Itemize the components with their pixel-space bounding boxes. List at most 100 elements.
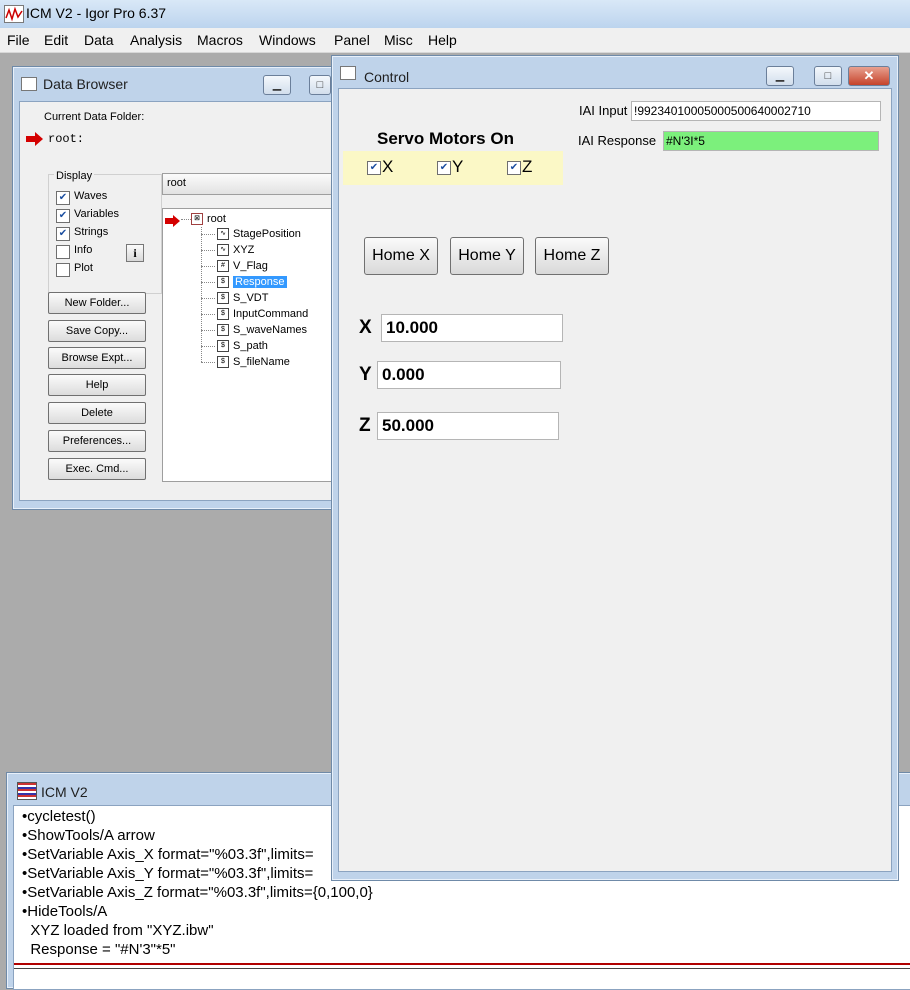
history-line: •SetVariable Axis_X format="%03.3f",limi… xyxy=(22,846,314,863)
tree-item-inputcommand[interactable]: $ InputCommand xyxy=(217,307,308,322)
menu-bar: File Edit Data Analysis Macros Windows P… xyxy=(0,28,910,53)
menu-data[interactable]: Data xyxy=(84,32,114,48)
save-copy-button[interactable]: Save Copy... xyxy=(48,320,146,342)
data-browser-window: Data Browser ▁ □ Current Data Folder: ro… xyxy=(12,66,344,510)
folder-select[interactable]: root xyxy=(162,173,338,195)
history-line: •cycletest() xyxy=(22,808,96,825)
control-close-button[interactable]: ✕ xyxy=(848,66,890,86)
new-folder-button[interactable]: New Folder... xyxy=(48,292,146,314)
axis-x-label: X xyxy=(359,317,372,338)
axis-y-input[interactable]: 0.000 xyxy=(377,361,561,389)
history-line: •SetVariable Axis_Y format="%03.3f",limi… xyxy=(22,865,314,882)
string-icon: $ xyxy=(217,356,229,369)
string-icon: $ xyxy=(217,276,229,289)
wave-icon: ∿ xyxy=(217,228,229,241)
help-button[interactable]: Help xyxy=(48,374,146,396)
axis-z-label: Z xyxy=(359,415,371,436)
current-folder-label: Current Data Folder: xyxy=(44,111,145,123)
axis-x-input[interactable]: 10.000 xyxy=(381,314,563,342)
menu-edit[interactable]: Edit xyxy=(44,32,68,48)
tree-root[interactable]: ⊠ root xyxy=(191,212,226,227)
minimize-button[interactable]: ▁ xyxy=(263,75,291,95)
plot-label: Plot xyxy=(74,262,93,274)
preferences-button[interactable]: Preferences... xyxy=(48,430,146,452)
strings-label: Strings xyxy=(74,226,109,238)
menu-windows[interactable]: Windows xyxy=(259,32,316,48)
exec-cmd-button[interactable]: Exec. Cmd... xyxy=(48,458,146,480)
data-browser-title: Data Browser xyxy=(43,76,128,92)
servo-panel: ✔ X ✔ Y ✔ Z xyxy=(343,151,563,185)
data-browser-panel: Current Data Folder: root: Display ✔ Wav… xyxy=(19,101,338,501)
iai-input-label: IAI Input xyxy=(579,103,628,118)
tree-root-arrow-icon xyxy=(165,215,181,230)
axis-z-input[interactable]: 50.000 xyxy=(377,412,559,440)
waves-checkbox[interactable]: ✔ xyxy=(56,191,70,205)
app-title: ICM V2 - Igor Pro 6.37 xyxy=(26,5,167,21)
history-line: •SetVariable Axis_Z format="%03.3f",limi… xyxy=(22,884,373,901)
variables-label: Variables xyxy=(74,208,120,220)
igor-app-icon xyxy=(4,5,24,23)
data-tree[interactable]: ⊠ root ∿ StagePosition ∿ XYZ # V_Flag $ Respo… xyxy=(162,208,338,482)
history-divider xyxy=(14,963,910,969)
info-button[interactable]: i xyxy=(126,244,144,262)
servo-title: Servo Motors On xyxy=(377,129,514,148)
tree-item-response[interactable]: $ Response xyxy=(217,275,287,290)
home-x-button[interactable]: Home X xyxy=(364,237,438,275)
tree-item-stageposition[interactable]: ∿ StagePosition xyxy=(217,227,301,242)
home-y-button[interactable]: Home Y xyxy=(450,237,524,275)
history-line: Response = "#N'3"*5" xyxy=(22,941,176,958)
waves-label: Waves xyxy=(74,190,108,202)
info-label: Info xyxy=(74,244,93,256)
axis-y-label: Y xyxy=(359,364,372,385)
menu-macros[interactable]: Macros xyxy=(197,32,243,48)
current-folder-arrow-icon xyxy=(26,132,44,149)
app-title-bar: ICM V2 - Igor Pro 6.37 xyxy=(0,0,910,29)
string-icon: $ xyxy=(217,324,229,337)
display-label: Display xyxy=(54,170,95,182)
command-window-icon xyxy=(17,782,37,800)
servo-y-label: Y xyxy=(452,157,464,176)
control-minimize-button[interactable]: ▁ xyxy=(766,66,794,86)
home-z-button[interactable]: Home Z xyxy=(535,237,609,275)
info-checkbox[interactable] xyxy=(56,245,70,259)
command-input[interactable] xyxy=(14,970,910,988)
tree-item-s-wavenames[interactable]: $ S_waveNames xyxy=(217,323,307,338)
menu-help[interactable]: Help xyxy=(428,32,457,48)
data-browser-icon xyxy=(21,77,37,91)
browse-expt-button[interactable]: Browse Expt... xyxy=(48,347,146,369)
wave-icon: ∿ xyxy=(217,244,229,257)
variables-checkbox[interactable]: ✔ xyxy=(56,209,70,223)
control-window: Control ▁ □ ✕ IAI Input !992340100050005… xyxy=(331,55,899,881)
current-folder-value: root: xyxy=(48,132,85,146)
control-maximize-button[interactable]: □ xyxy=(814,66,842,86)
menu-misc[interactable]: Misc xyxy=(384,32,413,48)
servo-z-label: Z xyxy=(522,157,533,176)
maximize-button[interactable]: □ xyxy=(309,75,331,95)
history-line: XYZ loaded from "XYZ.ibw" xyxy=(22,922,214,939)
servo-y-checkbox[interactable]: ✔ xyxy=(437,161,451,175)
command-window-title: ICM V2 xyxy=(41,784,88,800)
servo-z-checkbox[interactable]: ✔ xyxy=(507,161,521,175)
folder-icon: ⊠ xyxy=(191,213,203,226)
tree-item-s-filename[interactable]: $ S_fileName xyxy=(217,355,290,370)
tree-item-xyz[interactable]: ∿ XYZ xyxy=(217,243,254,258)
tree-item-s-path[interactable]: $ S_path xyxy=(217,339,268,354)
history-line: •HideTools/A xyxy=(22,903,108,920)
string-icon: $ xyxy=(217,308,229,321)
history-line: •ShowTools/A arrow xyxy=(22,827,155,844)
iai-response-field[interactable]: #N'3I*5 xyxy=(663,131,879,151)
menu-analysis[interactable]: Analysis xyxy=(130,32,182,48)
strings-checkbox[interactable]: ✔ xyxy=(56,227,70,241)
servo-x-checkbox[interactable]: ✔ xyxy=(367,161,381,175)
plot-checkbox[interactable] xyxy=(56,263,70,277)
iai-response-label: IAI Response xyxy=(578,133,657,148)
delete-button[interactable]: Delete xyxy=(48,402,146,424)
menu-panel[interactable]: Panel xyxy=(334,32,370,48)
servo-x-label: X xyxy=(382,157,394,176)
variable-icon: # xyxy=(217,260,229,273)
menu-file[interactable]: File xyxy=(7,32,30,48)
iai-input-field[interactable]: !99234010005000500640002710 xyxy=(631,101,881,121)
tree-item-v-flag[interactable]: # V_Flag xyxy=(217,259,268,274)
folder-select-value: root xyxy=(167,177,186,189)
tree-item-s-vdt[interactable]: $ S_VDT xyxy=(217,291,268,306)
